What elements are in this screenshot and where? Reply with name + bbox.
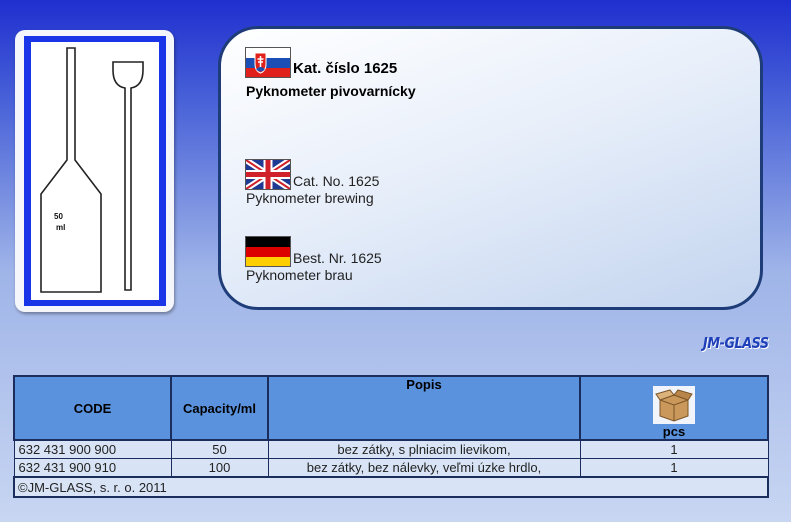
box-icon bbox=[653, 386, 695, 424]
sk-catalog-number: Kat. číslo 1625 bbox=[293, 60, 398, 77]
header-pcs-label: pcs bbox=[662, 424, 686, 439]
de-product-name: Pyknometer brau bbox=[246, 267, 353, 283]
slovakia-flag-icon bbox=[246, 48, 290, 77]
english-block: Cat. No. 1625 Pyknometer brewing bbox=[246, 160, 379, 206]
germany-flag-icon bbox=[246, 237, 290, 266]
jm-glass-logo: JM-GLASS bbox=[703, 334, 769, 352]
slovak-block: Kat. číslo 1625 Pyknometer pivovarnícky bbox=[246, 48, 416, 99]
cell-capacity: 100 bbox=[170, 458, 269, 478]
table-header-row: CODE Capacity/ml Popis pcs bbox=[13, 375, 769, 441]
info-panel: Kat. číslo 1625 Pyknometer pivovarnícky … bbox=[218, 26, 763, 310]
sk-product-name: Pyknometer pivovarnícky bbox=[246, 83, 416, 99]
cell-description: bez zátky, s plniacim lievikom, bbox=[267, 439, 581, 459]
product-image-frame: 50 ml bbox=[24, 36, 166, 306]
header-capacity: Capacity/ml bbox=[170, 375, 269, 441]
copyright-footer: ©JM-GLASS, s. r. o. 2011 bbox=[13, 476, 769, 498]
cell-capacity: 50 bbox=[170, 439, 269, 459]
german-block: Best. Nr. 1625 Pyknometer brau bbox=[246, 237, 382, 283]
de-catalog-number: Best. Nr. 1625 bbox=[293, 250, 382, 266]
cell-code: 632 431 900 900 bbox=[13, 439, 172, 459]
product-table: CODE Capacity/ml Popis pcs 632 431 900 9… bbox=[13, 375, 769, 498]
cell-description: bez zátky, bez nálevky, veľmi úzke hrdlo… bbox=[267, 458, 581, 478]
volume-label-number: 50 bbox=[54, 212, 63, 221]
funnel-outline bbox=[112, 61, 144, 291]
header-pcs: pcs bbox=[579, 375, 769, 441]
en-product-name: Pyknometer brewing bbox=[246, 190, 374, 206]
header-code: CODE bbox=[13, 375, 172, 441]
product-image-inner: 50 ml bbox=[31, 42, 159, 300]
flask-outline bbox=[40, 47, 102, 293]
table-row: 632 431 900 900 50 bez zátky, s plniacim… bbox=[13, 439, 769, 459]
en-catalog-number: Cat. No. 1625 bbox=[293, 173, 380, 189]
cell-pcs: 1 bbox=[579, 439, 769, 459]
cell-code: 632 431 900 910 bbox=[13, 458, 172, 478]
pycnometer-drawing: 50 ml bbox=[40, 47, 144, 293]
table-row: 632 431 900 910 100 bez zátky, bez nálev… bbox=[13, 458, 769, 478]
volume-label-unit: ml bbox=[56, 223, 65, 232]
table-footer-row: ©JM-GLASS, s. r. o. 2011 bbox=[13, 476, 769, 498]
uk-flag-icon bbox=[246, 160, 290, 189]
product-image: 50 ml bbox=[15, 30, 174, 312]
header-description: Popis bbox=[267, 375, 581, 441]
cell-pcs: 1 bbox=[579, 458, 769, 478]
